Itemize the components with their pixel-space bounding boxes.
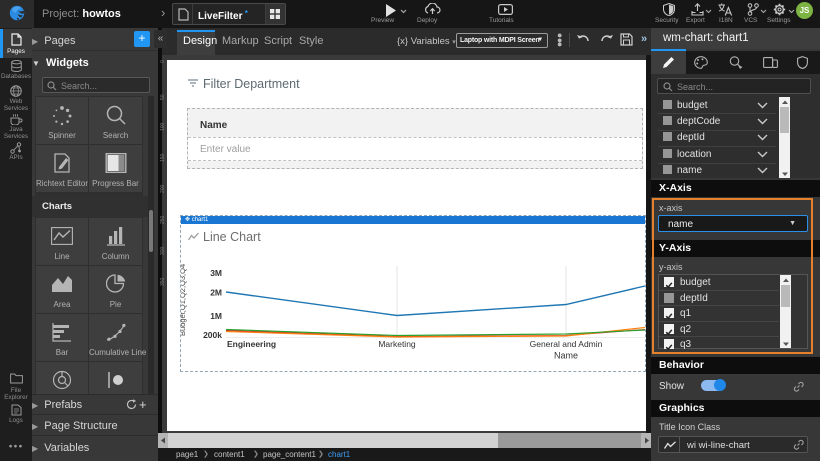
svg-text:Engineering: Engineering <box>227 339 276 349</box>
svg-text:2M: 2M <box>210 288 222 298</box>
svg-text:3M: 3M <box>210 268 222 278</box>
svg-text:Marketing: Marketing <box>378 339 416 349</box>
svg-text:Budget,Q1,Q2,Q3,Q4: Budget,Q1,Q2,Q3,Q4 <box>181 264 187 336</box>
svg-text:General and Admin: General and Admin <box>530 339 603 349</box>
svg-text:Name: Name <box>554 351 578 361</box>
svg-text:1M: 1M <box>210 311 222 321</box>
svg-text:200k: 200k <box>203 330 222 340</box>
